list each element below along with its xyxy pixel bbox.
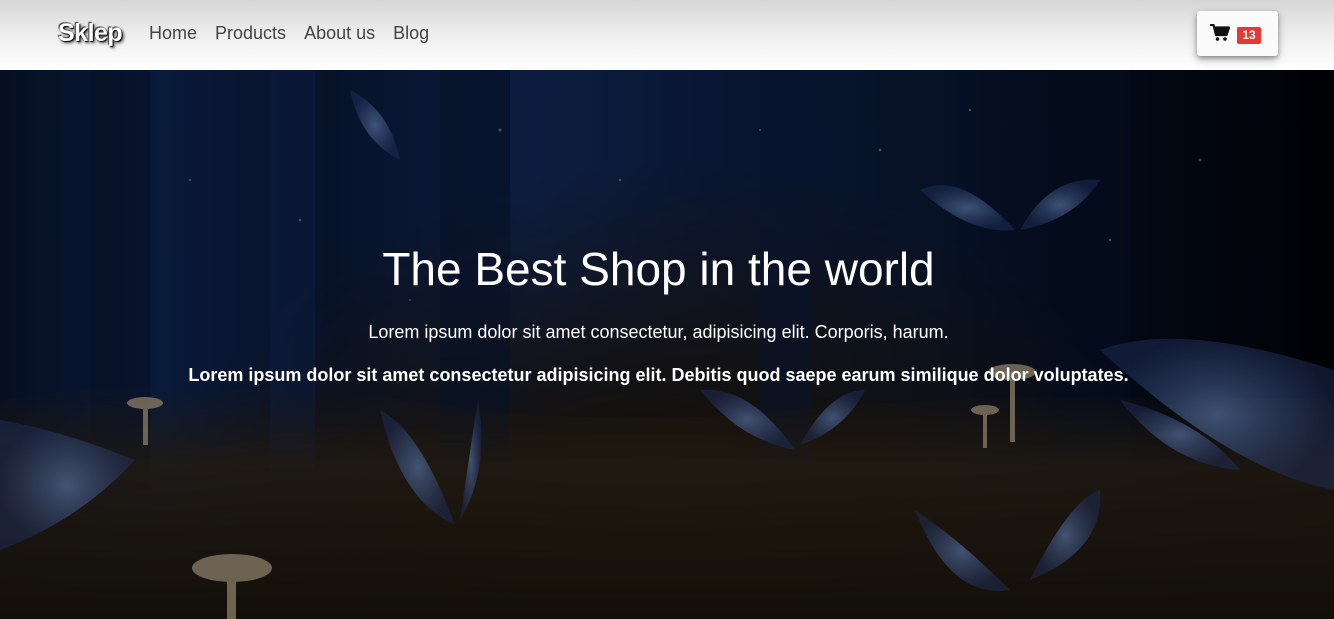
nav-link-home[interactable]: Home xyxy=(149,23,197,44)
nav-link-about-us[interactable]: About us xyxy=(304,23,375,44)
hero-title: The Best Shop in the world xyxy=(382,243,935,295)
nav-links: Home Products About us Blog xyxy=(149,23,447,44)
brand-logo[interactable]: Sklep xyxy=(58,19,123,48)
cart-count-badge: 13 xyxy=(1237,27,1261,44)
nav-link-blog[interactable]: Blog xyxy=(393,23,429,44)
cart-button[interactable]: 13 xyxy=(1197,11,1278,56)
shopping-cart-icon xyxy=(1210,24,1230,41)
hero-banner: The Best Shop in the world Lorem ipsum d… xyxy=(0,70,1334,619)
hero-dark-overlay xyxy=(0,70,1334,619)
nav-link-products[interactable]: Products xyxy=(215,23,286,44)
hero-subtitle: Lorem ipsum dolor sit amet consectetur, … xyxy=(368,322,949,342)
navbar: Sklep Home Products About us Blog 13 xyxy=(0,0,1334,70)
hero-tagline: Lorem ipsum dolor sit amet consectetur a… xyxy=(188,365,1129,385)
